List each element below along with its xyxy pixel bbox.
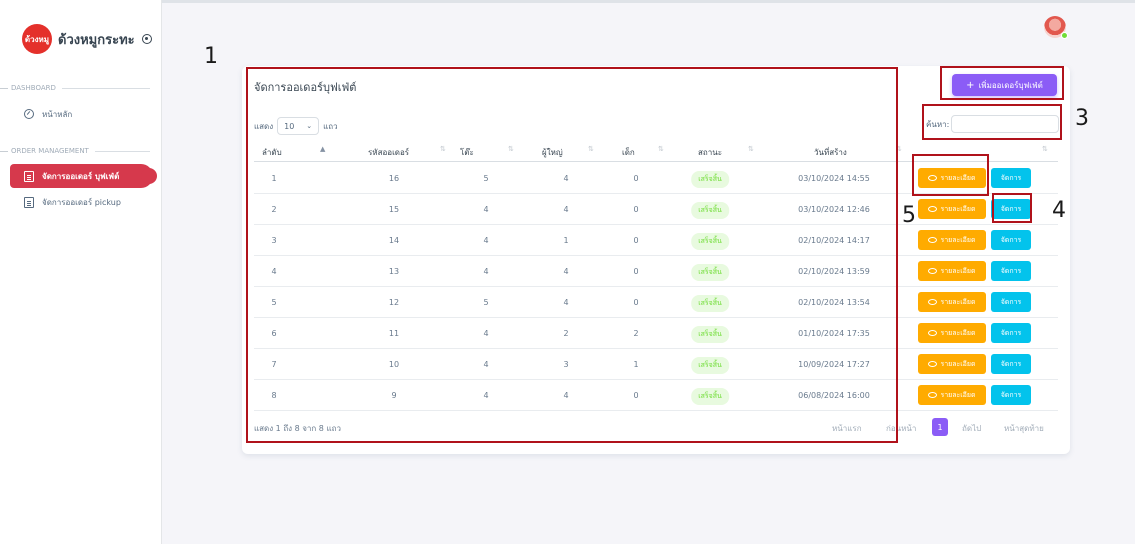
dashboard-icon (24, 109, 34, 119)
annotation-box-4 (992, 193, 1032, 223)
online-status-dot (1061, 32, 1068, 39)
eye-icon (928, 299, 938, 305)
eye-icon (928, 392, 938, 398)
sidebar-item-home[interactable]: หน้าหลัก (10, 102, 153, 126)
detail-button[interactable]: รายละเอียด (918, 323, 986, 343)
sidebar-item-label: จัดการออเดอร์ บุฟเฟ่ต์ (42, 171, 120, 181)
section-label: ORDER MANAGEMENT (11, 147, 89, 155)
brand-name: ด้วงหมูกระทะ (58, 32, 135, 48)
brand[interactable]: ด้วงหมู ด้วงหมูกระทะ (22, 24, 152, 54)
sidebar-toggle-icon[interactable] (141, 34, 152, 44)
sidebar-item-buffet-orders[interactable]: จัดการออเดอร์ บุฟเฟ่ต์ (10, 164, 157, 188)
sidebar-item-label: จัดการออเดอร์ pickup (42, 197, 121, 207)
annotation-box-5 (912, 154, 989, 196)
section-header-dashboard: DASHBOARD (0, 82, 162, 94)
annotation-number-3: 3 (1075, 106, 1089, 131)
annotation-box-3 (922, 104, 1062, 140)
annotation-number-1: 1 (204, 44, 218, 69)
eye-icon (928, 268, 938, 274)
manage-button[interactable]: จัดการ (991, 385, 1031, 405)
detail-button-label: รายละเอียด (940, 235, 976, 244)
detail-button[interactable]: รายละเอียด (918, 354, 986, 374)
eye-icon (928, 361, 938, 367)
detail-button[interactable]: รายละเอียด (918, 199, 986, 219)
sidebar-item-pickup-orders[interactable]: จัดการออเดอร์ pickup (10, 190, 153, 214)
sidebar-item-label: หน้าหลัก (42, 109, 73, 119)
annotation-box-add (940, 66, 1064, 100)
detail-button-label: รายละเอียด (940, 204, 976, 213)
section-label: DASHBOARD (11, 84, 56, 92)
document-icon (24, 170, 34, 182)
detail-button-label: รายละเอียด (940, 297, 976, 306)
detail-button[interactable]: รายละเอียด (918, 230, 986, 250)
pager-current-page[interactable]: 1 (932, 418, 948, 436)
manage-button[interactable]: จัดการ (991, 354, 1031, 374)
eye-icon (928, 237, 938, 243)
manage-button[interactable]: จัดการ (991, 168, 1031, 188)
section-header-orders: ORDER MANAGEMENT (0, 145, 162, 157)
detail-button[interactable]: รายละเอียด (918, 385, 986, 405)
eye-icon (928, 206, 938, 212)
document-icon (24, 196, 34, 208)
top-border (0, 0, 1135, 3)
detail-button[interactable]: รายละเอียด (918, 261, 986, 281)
detail-button-label: รายละเอียด (940, 390, 976, 399)
pager-next[interactable]: ถัดไป (962, 418, 981, 438)
detail-button-label: รายละเอียด (940, 266, 976, 275)
pager-last[interactable]: หน้าสุดท้าย (1004, 418, 1044, 438)
manage-button[interactable]: จัดการ (991, 292, 1031, 312)
sort-icon[interactable]: ⇅ (1042, 145, 1048, 153)
manage-button[interactable]: จัดการ (991, 230, 1031, 250)
eye-icon (928, 330, 938, 336)
detail-button-label: รายละเอียด (940, 359, 976, 368)
detail-button[interactable]: รายละเอียด (918, 292, 986, 312)
user-avatar[interactable] (1044, 16, 1068, 39)
manage-button[interactable]: จัดการ (991, 323, 1031, 343)
annotation-number-5: 5 (902, 203, 916, 228)
sidebar: ด้วงหมู ด้วงหมูกระทะ DASHBOARD หน้าหลัก … (0, 0, 162, 544)
annotation-number-4: 4 (1052, 198, 1066, 223)
detail-button-label: รายละเอียด (940, 328, 976, 337)
annotation-box-1 (246, 67, 898, 443)
brand-logo: ด้วงหมู (22, 24, 52, 54)
manage-button[interactable]: จัดการ (991, 261, 1031, 281)
